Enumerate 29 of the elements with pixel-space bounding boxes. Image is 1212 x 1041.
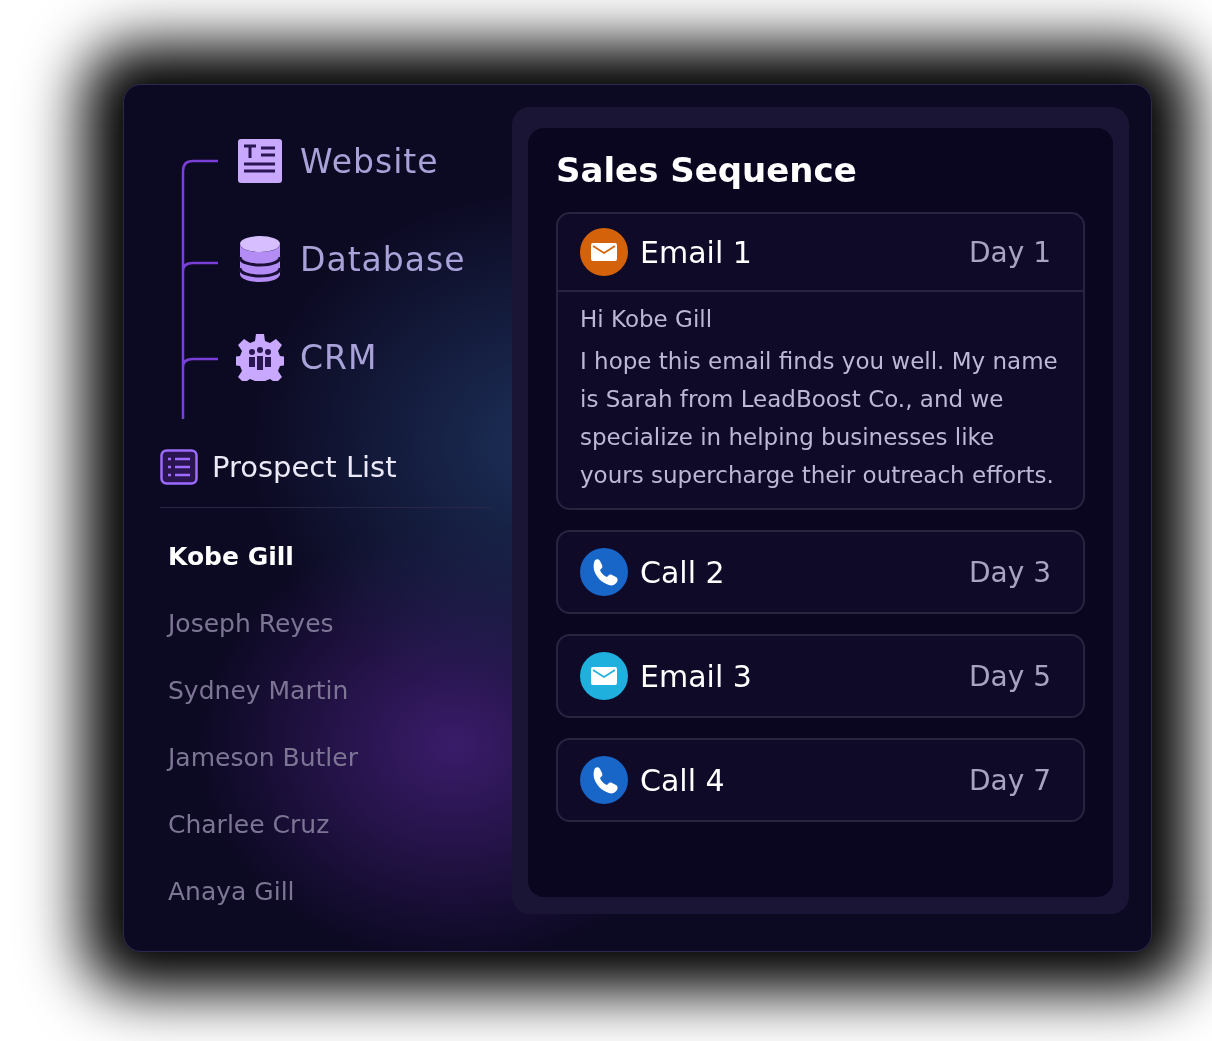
- step-card[interactable]: Email 1 Day 1 Hi Kobe Gill I hope this email finds you well. My name is Sarah from LeadBoost Co., and we specialize in helping businesses like yours supercharge their outreach efforts.: [556, 212, 1085, 510]
- website-icon: [236, 138, 284, 184]
- step-day: Day 3: [969, 555, 1051, 589]
- list-icon: [160, 449, 198, 485]
- panel-title: Sales Sequence: [556, 150, 858, 190]
- prospect-name[interactable]: Kobe Gill: [168, 540, 512, 574]
- step-day: Day 5: [969, 659, 1051, 693]
- step-title: Call 2: [640, 554, 726, 590]
- step-title: Email 1: [640, 234, 753, 270]
- prospect-name[interactable]: Sydney Martin: [168, 674, 512, 708]
- prospect-name[interactable]: Jameson Butler: [168, 741, 512, 775]
- source-label: CRM: [300, 337, 378, 377]
- step-day: Day 1: [969, 235, 1051, 269]
- step-title: Call 4: [640, 762, 726, 798]
- prospect-name[interactable]: Anaya Gill: [168, 875, 512, 909]
- step-day: Day 7: [969, 763, 1051, 797]
- source-label: Database: [300, 239, 466, 279]
- section-title: Prospect List: [212, 450, 397, 484]
- step-card[interactable]: Email 3 Day 5: [556, 634, 1085, 718]
- database-icon: [236, 235, 284, 283]
- prospect-name[interactable]: Charlee Cruz: [168, 808, 512, 842]
- step-card[interactable]: Call 2 Day 3: [556, 530, 1085, 614]
- gear-icon: [236, 333, 284, 381]
- step-title: Email 3: [640, 658, 753, 694]
- step-card[interactable]: Call 4 Day 7: [556, 738, 1085, 822]
- prospect-name[interactable]: Joseph Reyes: [168, 607, 512, 641]
- source-label: Website: [300, 141, 439, 181]
- email-greeting: Hi Kobe Gill: [580, 306, 714, 332]
- email-body: I hope this email finds you well. My name is Sarah from LeadBoost Co., and we specialize in helping businesses like yours supercharge their outreach efforts.: [580, 347, 1059, 490]
